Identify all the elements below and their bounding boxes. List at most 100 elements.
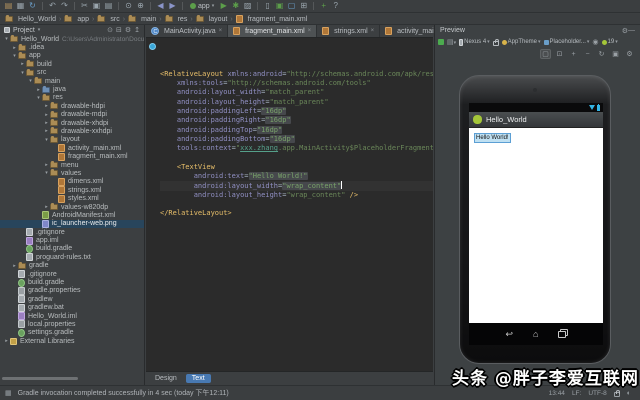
tree-down-arrow-icon[interactable]: ▾ bbox=[43, 137, 50, 143]
tree-item-build[interactable]: ▸build bbox=[0, 60, 144, 68]
recents-icon[interactable] bbox=[558, 331, 566, 338]
breadcrumb-item[interactable]: layout bbox=[196, 16, 228, 23]
tree-item-values-w820dp[interactable]: ▸values-w820dp bbox=[0, 203, 144, 211]
tree-item-app-iml[interactable]: app.iml bbox=[0, 236, 144, 244]
tree-right-arrow-icon[interactable]: ▸ bbox=[3, 338, 10, 344]
coverage-icon[interactable]: ▨ bbox=[242, 1, 253, 12]
gutter-preview-icon[interactable] bbox=[149, 43, 156, 50]
debug-icon[interactable]: ✱ bbox=[230, 1, 241, 12]
replace-icon[interactable]: ⊕ bbox=[135, 1, 146, 12]
phone-screen[interactable]: Hello_World Hello World! ↩ ⌂ bbox=[469, 103, 603, 345]
tree-item-dimens-xml[interactable]: dimens.xml bbox=[0, 178, 144, 186]
project-panel-title[interactable]: Project bbox=[13, 27, 35, 34]
back-icon[interactable]: ↩ bbox=[506, 330, 514, 339]
close-icon[interactable]: × bbox=[308, 28, 312, 34]
breadcrumb-item[interactable]: fragment_main.xml bbox=[236, 15, 308, 23]
settings-icon[interactable]: ⚙ bbox=[125, 26, 131, 34]
tab-text[interactable]: Text bbox=[186, 374, 211, 383]
lock-icon[interactable] bbox=[493, 41, 499, 46]
run-config-selector[interactable]: app▾ bbox=[187, 1, 217, 12]
tree-item-gradlew-bat[interactable]: gradlew.bat bbox=[0, 304, 144, 312]
tree-item-res[interactable]: ▾res bbox=[0, 94, 144, 102]
tree-right-arrow-icon[interactable]: ▸ bbox=[43, 112, 50, 118]
tree-item-hello-world[interactable]: ▾Hello_WorldC:\Users\Administrator\Docum… bbox=[0, 35, 144, 43]
tree-item-ic-launcher-web-png[interactable]: ic_launcher-web.png bbox=[0, 220, 144, 228]
editor-tab-strings-xml[interactable]: strings.xml× bbox=[317, 25, 380, 37]
code-area[interactable]: <RelativeLayout xmlns:android="http://sc… bbox=[146, 39, 433, 371]
cut-icon[interactable]: ✂ bbox=[79, 1, 90, 12]
tree-item-layout[interactable]: ▾layout bbox=[0, 136, 144, 144]
tree-item-menu[interactable]: ▸menu bbox=[0, 161, 144, 169]
screenshot-icon[interactable]: ▣ bbox=[610, 49, 621, 59]
collapse-all-icon[interactable]: ⊟ bbox=[116, 26, 122, 34]
zoom-fit-icon[interactable]: ▢ bbox=[540, 49, 551, 59]
tree-item--gitignore[interactable]: .gitignore bbox=[0, 270, 144, 278]
tab-design[interactable]: Design bbox=[149, 374, 183, 383]
editor-tab-mainactivity-java[interactable]: MainActivity.java× bbox=[146, 25, 228, 37]
tree-item-androidmanifest-xml[interactable]: AndroidManifest.xml bbox=[0, 211, 144, 219]
tree-right-arrow-icon[interactable]: ▸ bbox=[43, 128, 50, 134]
file-encoding[interactable]: UTF-8 bbox=[588, 390, 606, 397]
caret-position[interactable]: 13:44 bbox=[549, 390, 565, 397]
close-icon[interactable]: × bbox=[219, 28, 223, 34]
tree-item-local-properties[interactable]: local.properties bbox=[0, 320, 144, 328]
tree-item-settings-gradle[interactable]: settings.gradle bbox=[0, 329, 144, 337]
tree-down-arrow-icon[interactable]: ▾ bbox=[19, 70, 26, 76]
tree-right-arrow-icon[interactable]: ▸ bbox=[43, 204, 50, 210]
help-icon[interactable]: ? bbox=[330, 1, 341, 12]
tree-right-arrow-icon[interactable]: ▸ bbox=[11, 45, 18, 51]
editor-tab-fragment-main-xml[interactable]: fragment_main.xml× bbox=[228, 25, 317, 37]
tree-down-arrow-icon[interactable]: ▾ bbox=[27, 78, 34, 84]
tree-down-arrow-icon[interactable]: ▾ bbox=[43, 170, 50, 176]
device-selector[interactable]: Nexus 4▾ bbox=[459, 39, 490, 46]
zoom-out-icon[interactable]: − bbox=[582, 49, 593, 59]
tree-item-hello-world-iml[interactable]: Hello_World.iml bbox=[0, 312, 144, 320]
forward-icon[interactable]: ▶ bbox=[167, 1, 178, 12]
tree-down-arrow-icon[interactable]: ▾ bbox=[3, 36, 10, 42]
tree-item-activity-main-xml[interactable]: activity_main.xml bbox=[0, 144, 144, 152]
chevron-down-icon[interactable]: ▾ bbox=[38, 27, 41, 33]
tree-item-drawable-hdpi[interactable]: ▸drawable-hdpi bbox=[0, 102, 144, 110]
refresh-icon[interactable]: ↻ bbox=[596, 49, 607, 59]
tree-right-arrow-icon[interactable]: ▸ bbox=[11, 263, 18, 269]
tree-item-gradle-properties[interactable]: gradle.properties bbox=[0, 287, 144, 295]
tree-item-gradle[interactable]: ▸gradle bbox=[0, 262, 144, 270]
hide-panel-icon[interactable]: ↥ bbox=[134, 26, 140, 34]
tree-item-java[interactable]: ▸java bbox=[0, 85, 144, 93]
tree-right-arrow-icon[interactable]: ▸ bbox=[19, 61, 26, 67]
breadcrumb-item[interactable]: Hello_World bbox=[5, 16, 56, 23]
tree-down-arrow-icon[interactable]: ▾ bbox=[11, 53, 18, 59]
tree-item-build-gradle[interactable]: build.gradle bbox=[0, 278, 144, 286]
tree-right-arrow-icon[interactable]: ▸ bbox=[43, 120, 50, 126]
tree-item-external-libraries[interactable]: ▸External Libraries bbox=[0, 337, 144, 345]
hello-world-textview[interactable]: Hello World! bbox=[474, 133, 511, 143]
scope-icon[interactable]: ⊙ bbox=[107, 26, 113, 34]
tree-item-drawable-xhdpi[interactable]: ▸drawable-xhdpi bbox=[0, 119, 144, 127]
zoom-actual-icon[interactable]: ⊡ bbox=[554, 49, 565, 59]
tree-item-main[interactable]: ▾main bbox=[0, 77, 144, 85]
sync-icon[interactable]: ↻ bbox=[27, 1, 38, 12]
phone-content[interactable]: Hello World! bbox=[469, 128, 603, 323]
avd-manager-icon[interactable]: ▯ bbox=[262, 1, 273, 12]
paste-icon[interactable]: ▤ bbox=[103, 1, 114, 12]
undo-icon[interactable]: ↶ bbox=[47, 1, 58, 12]
tree-item-gradlew[interactable]: gradlew bbox=[0, 295, 144, 303]
find-icon[interactable]: ⊙ bbox=[123, 1, 134, 12]
close-icon[interactable]: × bbox=[371, 28, 375, 34]
fragment-selector[interactable]: Placeholder...▾ bbox=[544, 39, 590, 45]
copy-icon[interactable]: ▣ bbox=[91, 1, 102, 12]
tree-item-strings-xml[interactable]: strings.xml bbox=[0, 186, 144, 194]
tree-item--gitignore[interactable]: .gitignore bbox=[0, 228, 144, 236]
readonly-lock-icon[interactable] bbox=[614, 392, 620, 397]
back-icon[interactable]: ◀ bbox=[155, 1, 166, 12]
tree-item-proguard-rules-txt[interactable]: proguard-rules.txt bbox=[0, 253, 144, 261]
redo-icon[interactable]: ↷ bbox=[59, 1, 70, 12]
project-horizontal-scrollbar[interactable] bbox=[2, 377, 78, 380]
theme-selector[interactable]: AppTheme▾ bbox=[502, 39, 541, 45]
tree-item-drawable-mdpi[interactable]: ▸drawable-mdpi bbox=[0, 111, 144, 119]
add-icon[interactable]: + bbox=[318, 1, 329, 12]
hector-icon[interactable]: ◐ bbox=[627, 390, 631, 397]
hide-panel-icon[interactable]: — bbox=[628, 27, 635, 34]
home-icon[interactable]: ⌂ bbox=[533, 330, 538, 339]
tree-item-styles-xml[interactable]: styles.xml bbox=[0, 194, 144, 202]
